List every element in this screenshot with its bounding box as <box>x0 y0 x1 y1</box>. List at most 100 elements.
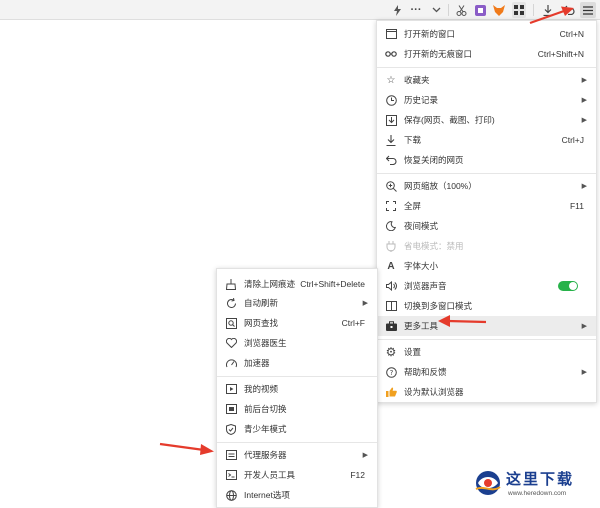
menu-divider <box>217 442 377 443</box>
submenu-arrow-icon: ▶ <box>362 300 368 307</box>
menu-item-help[interactable]: ? 帮助和反馈 ▶ <box>377 362 596 382</box>
submenu-item-accelerator[interactable]: 加速器 <box>217 353 377 373</box>
star-icon: ☆ <box>386 74 396 86</box>
menu-item-restore-closed[interactable]: 恢复关闭的网页 <box>377 150 596 170</box>
menu-item-label: 代理服务器 <box>244 450 287 460</box>
menu-item-shortcut: Ctrl+F <box>341 318 365 328</box>
watermark-url: www.heredown.com <box>508 490 567 497</box>
fox-icon[interactable] <box>493 2 505 18</box>
menu-item-browser-sound[interactable]: 浏览器声音 <box>377 276 596 296</box>
submenu-arrow-icon: ▶ <box>362 452 368 459</box>
shield-icon <box>225 423 237 435</box>
submenu-arrow-icon: ▶ <box>581 183 587 190</box>
menu-item-label: 更多工具 <box>404 321 439 331</box>
menu-item-zoom[interactable]: 网页缩放（100%） ▶ <box>377 176 596 196</box>
annotation-arrow-icon <box>438 315 487 327</box>
help-icon: ? <box>385 366 397 378</box>
watermark-title: 这里下载 <box>506 470 575 488</box>
menu-item-settings[interactable]: ⚙ 设置 <box>377 342 596 362</box>
menu-item-label: 帮助和反馈 <box>404 367 447 377</box>
more-tools-submenu: 清除上网痕迹 Ctrl+Shift+Delete 自动刷新 ▶ 网页查找 Ctr… <box>216 268 378 508</box>
submenu-item-switch-foreground[interactable]: 前后台切换 <box>217 399 377 419</box>
menu-item-history[interactable]: 历史记录 ▶ <box>377 90 596 110</box>
more-icon[interactable]: ··· <box>409 2 423 18</box>
submenu-item-proxy-server[interactable]: 代理服务器 ▶ <box>217 445 377 465</box>
menu-divider <box>377 339 596 340</box>
menu-item-label: 保存(网页、截图、打印) <box>404 115 495 125</box>
toolbox-icon <box>385 320 397 332</box>
sound-toggle[interactable] <box>558 281 578 291</box>
menu-item-label: 省电模式：禁用 <box>404 241 464 251</box>
menu-item-shortcut: F11 <box>569 201 584 211</box>
chevron-down-icon[interactable] <box>430 2 442 18</box>
grid-icon[interactable] <box>512 2 526 18</box>
font-size-icon: A <box>387 260 395 272</box>
menu-item-night-mode[interactable]: 夜间模式 <box>377 216 596 236</box>
menu-item-label: 历史记录 <box>404 95 439 105</box>
submenu-item-teen-mode[interactable]: 青少年模式 <box>217 419 377 439</box>
sound-icon <box>385 280 397 292</box>
app-icon[interactable] <box>474 2 486 18</box>
download-icon <box>385 134 397 146</box>
menu-item-label: 清除上网痕迹 <box>244 279 296 289</box>
submenu-arrow-icon: ▶ <box>581 369 587 376</box>
speedometer-icon <box>225 357 237 369</box>
submenu-arrow-icon: ▶ <box>581 77 587 84</box>
submenu-arrow-icon: ▶ <box>581 323 587 330</box>
submenu-arrow-icon: ▶ <box>581 97 587 104</box>
menu-item-label: 恢复关闭的网页 <box>404 155 464 165</box>
lightning-icon[interactable] <box>391 2 403 18</box>
menu-item-label: 浏览器声音 <box>404 281 447 291</box>
menu-item-label: 设置 <box>404 347 422 357</box>
menu-item-label: 字体大小 <box>404 261 439 271</box>
menu-item-label: Internet选项 <box>244 490 290 500</box>
menu-item-label: 收藏夹 <box>404 75 430 85</box>
zoom-icon <box>385 180 397 192</box>
switch-icon <box>225 403 237 415</box>
submenu-item-find-in-page[interactable]: 网页查找 Ctrl+F <box>217 313 377 333</box>
menu-item-fullscreen[interactable]: 全屏 F11 <box>377 196 596 216</box>
menu-item-label: 打开新的窗口 <box>404 29 456 39</box>
menu-item-label: 网页缩放（100%） <box>404 181 477 191</box>
submenu-item-my-videos[interactable]: 我的视频 <box>217 379 377 399</box>
refresh-icon <box>225 297 237 309</box>
menu-icon[interactable] <box>580 2 596 18</box>
incognito-icon <box>385 48 397 60</box>
scissors-icon[interactable] <box>455 2 467 18</box>
submenu-item-internet-options[interactable]: Internet选项 <box>217 485 377 505</box>
menu-item-label: 切换到多窗口模式 <box>404 301 473 311</box>
restore-icon <box>385 154 397 166</box>
menu-item-new-window[interactable]: 打开新的窗口 Ctrl+N <box>377 24 596 44</box>
menu-item-label: 下载 <box>404 135 422 145</box>
menu-item-shortcut: Ctrl+Shift+N <box>537 49 584 59</box>
site-watermark: 这里下载 www.heredown.com <box>470 466 598 504</box>
menu-item-label: 浏览器医生 <box>244 338 287 348</box>
menu-item-label: 设为默认浏览器 <box>404 387 464 397</box>
gear-icon: ⚙ <box>385 345 397 359</box>
menu-item-shortcut: Ctrl+Shift+Delete <box>300 279 365 289</box>
submenu-item-browser-doctor[interactable]: 浏览器医生 <box>217 333 377 353</box>
menu-item-favorites[interactable]: ☆ 收藏夹 ▶ <box>377 70 596 90</box>
menu-item-multi-window[interactable]: 切换到多窗口模式 <box>377 296 596 316</box>
menu-item-label: 青少年模式 <box>244 424 287 434</box>
doctor-icon <box>225 337 237 349</box>
menu-item-shortcut: F12 <box>350 470 365 480</box>
submenu-item-dev-tools[interactable]: 开发人员工具 F12 <box>217 465 377 485</box>
menu-item-label: 打开新的无痕窗口 <box>404 49 473 59</box>
annotation-arrow-icon <box>159 442 214 455</box>
menu-item-set-default[interactable]: 设为默认浏览器 <box>377 382 596 402</box>
main-menu: 打开新的窗口 Ctrl+N 打开新的无痕窗口 Ctrl+Shift+N ☆ 收藏… <box>376 20 597 403</box>
menu-item-save[interactable]: 保存(网页、截图、打印) ▶ <box>377 110 596 130</box>
menu-item-label: 自动刷新 <box>244 298 279 308</box>
submenu-item-clear-traces[interactable]: 清除上网痕迹 Ctrl+Shift+Delete <box>217 274 377 294</box>
broom-icon <box>225 278 237 290</box>
watermark-logo-icon <box>475 471 501 495</box>
submenu-item-auto-refresh[interactable]: 自动刷新 ▶ <box>217 293 377 313</box>
menu-item-label: 我的视频 <box>244 384 279 394</box>
menu-item-new-incognito-window[interactable]: 打开新的无痕窗口 Ctrl+Shift+N <box>377 44 596 64</box>
fullscreen-icon <box>385 200 397 212</box>
svg-text:?: ? <box>389 369 393 377</box>
menu-item-downloads[interactable]: 下载 Ctrl+J <box>377 130 596 150</box>
menu-item-font-size[interactable]: A 字体大小 <box>377 256 596 276</box>
menu-divider <box>217 376 377 377</box>
